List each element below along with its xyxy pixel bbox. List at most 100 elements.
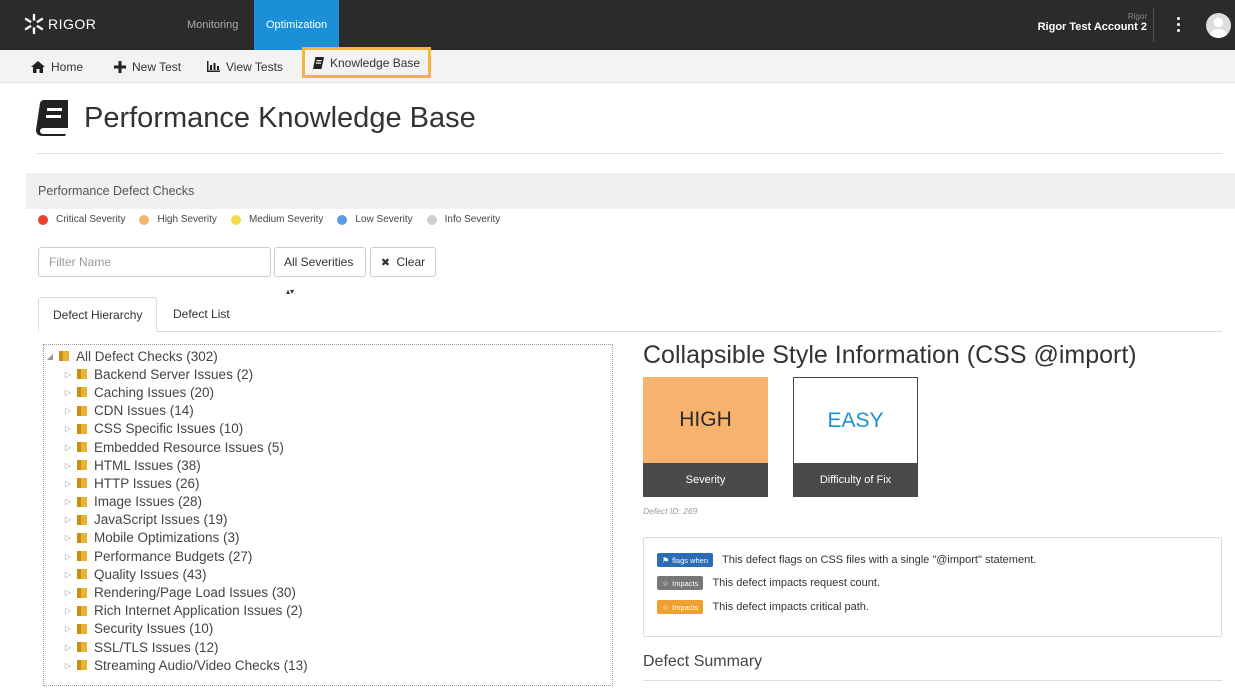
tree-item-label: Streaming Audio/Video Checks (13) bbox=[94, 657, 308, 673]
collapsed-arrow-icon[interactable]: ▷ bbox=[62, 443, 74, 452]
folder-icon bbox=[77, 623, 87, 634]
panel-title: Performance Defect Checks bbox=[26, 173, 1235, 209]
view-tests-label: View Tests bbox=[226, 59, 283, 74]
collapsed-arrow-icon[interactable]: ▷ bbox=[62, 606, 74, 615]
tree-item-label: Performance Budgets (27) bbox=[94, 548, 253, 564]
more-menu-icon[interactable] bbox=[1177, 17, 1181, 33]
folder-icon bbox=[77, 405, 87, 416]
expanded-arrow-icon[interactable]: ◢ bbox=[44, 352, 56, 361]
tree-item[interactable]: ▷ Performance Budgets (27) bbox=[44, 547, 612, 565]
close-icon: ✖ bbox=[380, 257, 391, 269]
info-dot-icon bbox=[426, 214, 437, 225]
legend-high: High Severity bbox=[157, 214, 217, 225]
clear-label: Clear bbox=[396, 255, 426, 269]
tab-monitoring[interactable]: Monitoring bbox=[175, 0, 250, 50]
avatar[interactable] bbox=[1206, 13, 1231, 38]
collapsed-arrow-icon[interactable]: ▷ bbox=[62, 370, 74, 379]
tree-item[interactable]: ▷ Security Issues (10) bbox=[44, 620, 612, 638]
impacts-request-text: This defect impacts request count. bbox=[712, 577, 880, 589]
account-name: Rigor Test Account 2 bbox=[1037, 21, 1147, 33]
difficulty-card: EASY Difficulty of Fix bbox=[793, 377, 918, 497]
collapsed-arrow-icon[interactable]: ▷ bbox=[62, 552, 74, 561]
severity-legend: Critical Severity High Severity Medium S… bbox=[38, 214, 514, 225]
folder-icon bbox=[77, 569, 87, 580]
tab-defect-hierarchy[interactable]: Defect Hierarchy bbox=[38, 297, 158, 332]
tree-item[interactable]: ▷ HTTP Issues (26) bbox=[44, 474, 612, 492]
tree-item[interactable]: ▷ HTML Issues (38) bbox=[44, 456, 612, 474]
tree-item[interactable]: ▷ Streaming Audio/Video Checks (13) bbox=[44, 656, 612, 674]
collapsed-arrow-icon[interactable]: ▷ bbox=[62, 497, 74, 506]
folder-icon bbox=[77, 551, 87, 562]
folder-icon bbox=[59, 351, 69, 362]
tree-item-label: SSL/TLS Issues (12) bbox=[94, 639, 219, 655]
star-icon: ☆ bbox=[662, 602, 670, 612]
page-header: Performance Knowledge Base bbox=[36, 100, 476, 136]
impacts-critical-text: This defect impacts critical path. bbox=[712, 601, 869, 613]
tree-item-label: Quality Issues (43) bbox=[94, 566, 207, 582]
tree-item[interactable]: ▷ Caching Issues (20) bbox=[44, 383, 612, 401]
defect-tabs: Defect Hierarchy Defect List bbox=[38, 297, 1222, 332]
collapsed-arrow-icon[interactable]: ▷ bbox=[62, 624, 74, 633]
info-row-request-count: ☆ Impacts This defect impacts request co… bbox=[657, 576, 880, 590]
tree-item[interactable]: ▷ JavaScript Issues (19) bbox=[44, 511, 612, 529]
collapsed-arrow-icon[interactable]: ▷ bbox=[62, 406, 74, 415]
defect-title: Collapsible Style Information (CSS @impo… bbox=[643, 341, 1137, 369]
tree-item[interactable]: ▷ Embedded Resource Issues (5) bbox=[44, 438, 612, 456]
folder-icon bbox=[77, 387, 87, 398]
view-tests-link[interactable]: View Tests bbox=[207, 50, 283, 83]
flag-icon: ⚑ bbox=[662, 555, 670, 565]
knowledge-base-link[interactable]: Knowledge Base bbox=[302, 47, 432, 78]
tab-optimization[interactable]: Optimization bbox=[254, 0, 340, 50]
plus-icon bbox=[114, 60, 126, 73]
page-title: Performance Knowledge Base bbox=[84, 101, 476, 134]
tab-defect-list[interactable]: Defect List bbox=[159, 297, 244, 332]
tree-item[interactable]: ▷ Backend Server Issues (2) bbox=[44, 365, 612, 383]
folder-icon bbox=[77, 642, 87, 653]
header-divider bbox=[36, 153, 1222, 154]
difficulty-value: EASY bbox=[794, 378, 917, 463]
collapsed-arrow-icon[interactable]: ▷ bbox=[62, 515, 74, 524]
defect-id: Defect ID: 269 bbox=[643, 506, 698, 516]
collapsed-arrow-icon[interactable]: ▷ bbox=[62, 570, 74, 579]
tree-item-label: JavaScript Issues (19) bbox=[94, 512, 228, 528]
summary-divider bbox=[643, 680, 1222, 681]
collapsed-arrow-icon[interactable]: ▷ bbox=[62, 588, 74, 597]
severity-select[interactable]: All Severities ▴▾ bbox=[274, 247, 366, 296]
clear-button[interactable]: ✖ Clear bbox=[370, 247, 436, 277]
tree-item-label: HTML Issues (38) bbox=[94, 457, 201, 473]
defect-tree[interactable]: ◢ All Defect Checks (302) ▷ Backend Serve… bbox=[43, 344, 613, 686]
flags-badge: ⚑ flags when bbox=[657, 553, 714, 567]
tree-item[interactable]: ▷ Mobile Optimizations (3) bbox=[44, 529, 612, 547]
tree-item[interactable]: ▷ CDN Issues (14) bbox=[44, 402, 612, 420]
tree-item-label: Image Issues (28) bbox=[94, 494, 203, 510]
collapsed-arrow-icon[interactable]: ▷ bbox=[62, 533, 74, 542]
tree-item[interactable]: ▷ Quality Issues (43) bbox=[44, 565, 612, 583]
tree-item[interactable]: ▷ Image Issues (28) bbox=[44, 493, 612, 511]
folder-icon bbox=[77, 514, 87, 525]
tree-item-label: CSS Specific Issues (10) bbox=[94, 421, 244, 437]
tree-item[interactable]: ▷ Rendering/Page Load Issues (30) bbox=[44, 583, 612, 601]
account-switcher[interactable]: Rigor Rigor Test Account 2 bbox=[1038, 12, 1147, 33]
folder-icon bbox=[77, 587, 87, 598]
tree-item[interactable]: ▷ Rich Internet Application Issues (2) bbox=[44, 602, 612, 620]
home-link[interactable]: Home bbox=[31, 50, 83, 83]
folder-icon bbox=[77, 660, 87, 671]
collapsed-arrow-icon[interactable]: ▷ bbox=[62, 661, 74, 670]
star-icon: ☆ bbox=[662, 578, 670, 588]
rigor-logo[interactable]: RIGOR bbox=[24, 13, 96, 35]
folder-icon bbox=[77, 532, 87, 543]
new-test-link[interactable]: New Test bbox=[114, 50, 181, 83]
collapsed-arrow-icon[interactable]: ▷ bbox=[62, 424, 74, 433]
tree-item[interactable]: ▷ CSS Specific Issues (10) bbox=[44, 420, 612, 438]
collapsed-arrow-icon[interactable]: ▷ bbox=[62, 461, 74, 470]
tree-item-label: Security Issues (10) bbox=[94, 621, 214, 637]
bar-chart-icon bbox=[207, 61, 220, 72]
filter-name-input[interactable] bbox=[38, 247, 271, 277]
account-org: Rigor bbox=[1127, 12, 1147, 21]
tree-item[interactable]: ▷ SSL/TLS Issues (12) bbox=[44, 638, 612, 656]
collapsed-arrow-icon[interactable]: ▷ bbox=[62, 388, 74, 397]
tree-root[interactable]: ◢ All Defect Checks (302) bbox=[44, 347, 612, 365]
collapsed-arrow-icon[interactable]: ▷ bbox=[62, 479, 74, 488]
collapsed-arrow-icon[interactable]: ▷ bbox=[62, 643, 74, 652]
book-icon bbox=[313, 56, 324, 69]
